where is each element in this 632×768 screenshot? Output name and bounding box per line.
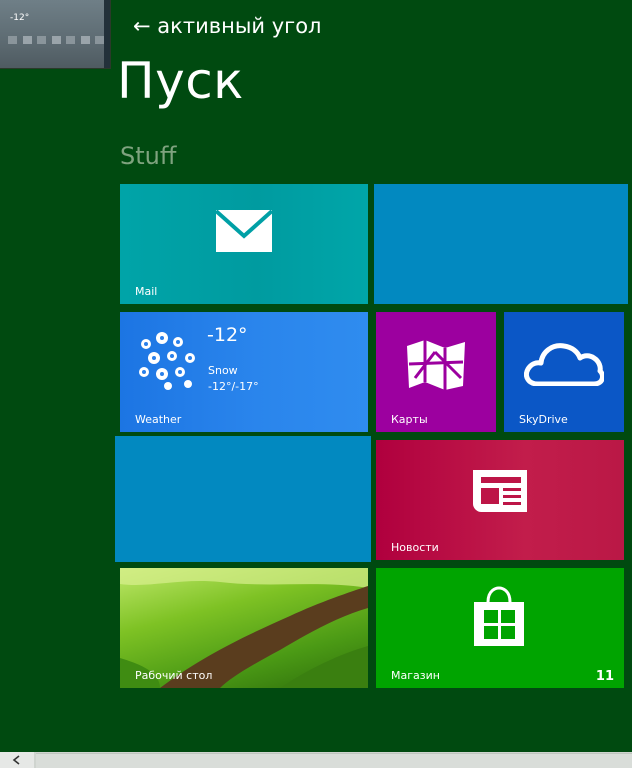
newspaper-icon <box>473 470 527 512</box>
tile-label: Новости <box>391 541 439 554</box>
shopping-bag-icon <box>474 586 524 646</box>
snowflakes-icon <box>139 332 195 390</box>
tile-news[interactable]: Новости <box>376 440 624 560</box>
thumbnail-side-strip <box>104 0 110 68</box>
chevron-left-icon <box>12 755 20 765</box>
scroll-left-button[interactable] <box>0 752 34 768</box>
tile-label: SkyDrive <box>519 413 568 426</box>
weather-condition: Snow <box>208 364 238 377</box>
tile-desktop[interactable]: Рабочий стол <box>120 568 368 688</box>
start-screen-title: Пуск <box>117 52 244 110</box>
weather-range: -12°/-17° <box>208 380 259 393</box>
tile-weather[interactable]: -12° Snow -12°/-17° Weather <box>120 312 368 432</box>
tile-label: Карты <box>391 413 428 426</box>
tile-label: Рабочий стол <box>135 669 213 682</box>
arrow-left-icon: ← <box>133 14 151 38</box>
thumbnail-temperature: -12° <box>10 13 30 23</box>
map-icon <box>407 340 465 390</box>
tile-label: Магазин <box>391 669 440 682</box>
tile-skydrive[interactable]: SkyDrive <box>504 312 624 432</box>
tile-empty-top[interactable] <box>374 184 628 304</box>
thumbnail-forecast-row <box>8 36 104 44</box>
tile-maps[interactable]: Карты <box>376 312 496 432</box>
active-corner-hint: ← активный угол <box>133 14 321 38</box>
tile-label: Mail <box>135 285 158 298</box>
cloud-icon <box>524 343 604 386</box>
mail-icon <box>216 210 272 252</box>
weather-temperature: -12° <box>207 324 248 346</box>
active-corner-thumbnail[interactable]: -12° <box>0 0 110 68</box>
tile-store[interactable]: Магазин 11 <box>376 568 624 688</box>
scrollbar-thumb[interactable] <box>36 753 632 768</box>
tile-group-label[interactable]: Stuff <box>120 142 176 170</box>
store-updates-badge: 11 <box>595 669 614 684</box>
tile-label: Weather <box>135 413 182 426</box>
tile-mail[interactable]: Mail <box>120 184 368 304</box>
active-corner-label: активный угол <box>157 14 322 38</box>
tile-empty-middle[interactable] <box>115 436 371 562</box>
